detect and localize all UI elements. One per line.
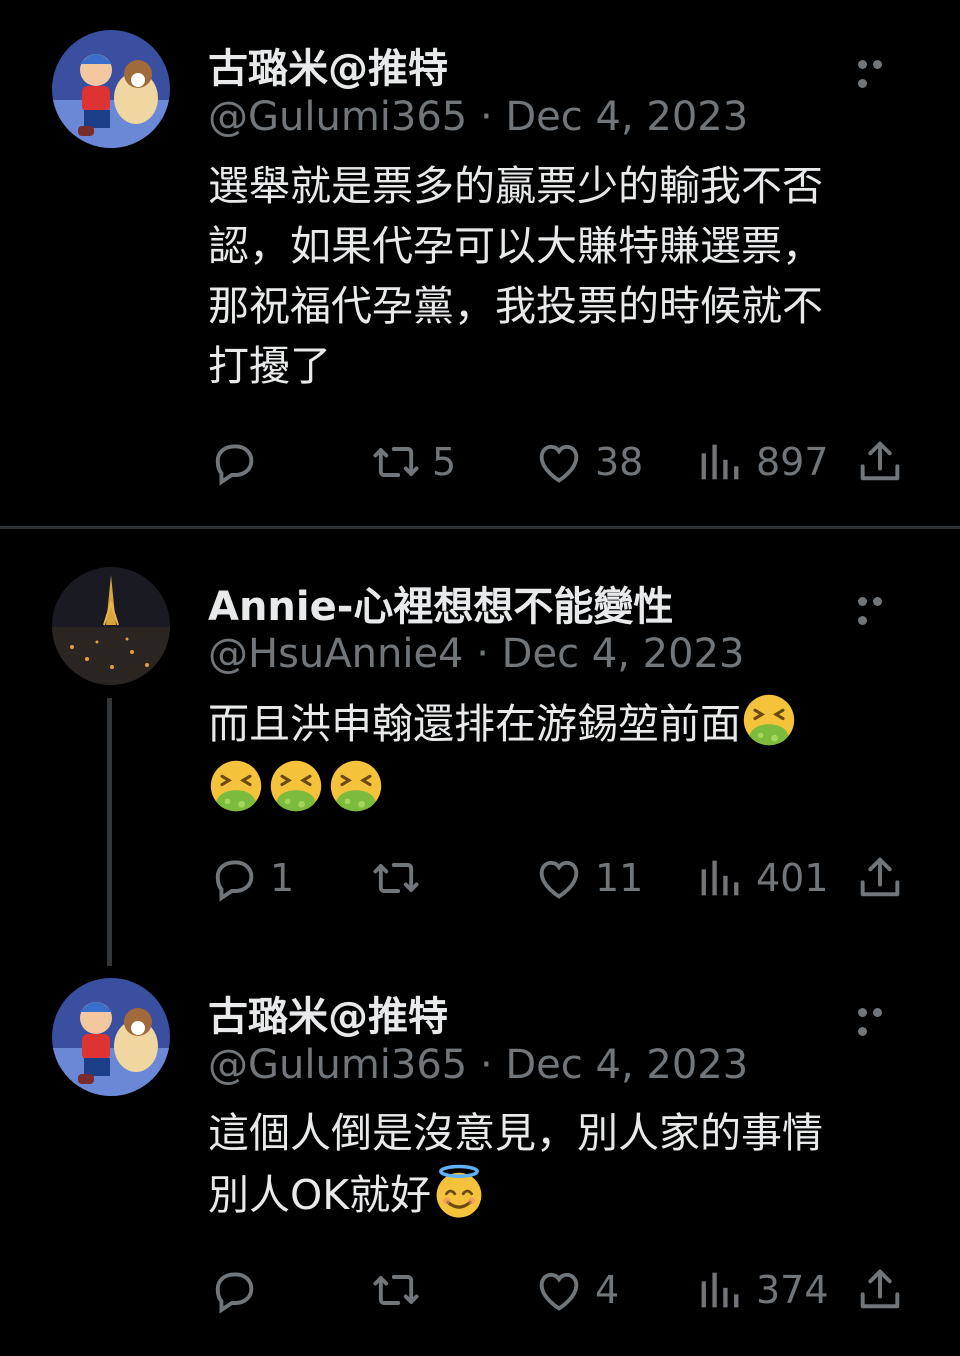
avatar[interactable] — [52, 30, 170, 148]
view-count: 401 — [756, 856, 829, 900]
tweet-text-line: 那祝福代孕黨，我投票的時候就不 — [208, 282, 823, 330]
handle-and-date[interactable]: @Gulumi365 · Dec 4, 2023 — [208, 94, 748, 140]
repost-button[interactable] — [370, 848, 432, 908]
share-button[interactable] — [854, 848, 906, 908]
tweet-text-line: 這個人倒是沒意見，別人家的事情 — [208, 1109, 823, 1157]
share-icon — [854, 852, 906, 904]
repost-button[interactable] — [370, 1260, 432, 1320]
reply-button[interactable] — [208, 432, 270, 492]
face-vomiting-icon — [208, 758, 264, 814]
more-options-icon[interactable] — [858, 54, 902, 88]
tweet-3[interactable]: 古璐米@推特 @Gulumi365 · Dec 4, 2023 這個人倒是沒意見… — [0, 960, 960, 1356]
smiling-face-with-halo-icon — [431, 1163, 487, 1219]
like-count: 38 — [595, 440, 644, 484]
avatar-image — [52, 567, 170, 685]
display-name[interactable]: 古璐米@推特 — [208, 36, 448, 94]
tweet-1[interactable]: 古璐米@推特 @Gulumi365 · Dec 4, 2023 選舉就是票多的贏… — [0, 0, 960, 526]
tweet-text-line: 別人OK就好 — [208, 1171, 432, 1219]
reply-icon — [208, 436, 260, 488]
tweet-text: 而且洪申翰還排在游錫堃前面 — [208, 692, 908, 820]
views-icon — [694, 436, 746, 488]
avatar-image — [52, 978, 170, 1096]
repost-count: 5 — [432, 440, 457, 484]
face-vomiting-icon — [741, 692, 797, 748]
repost-icon — [370, 436, 422, 488]
reply-button[interactable] — [208, 1260, 270, 1320]
avatar[interactable] — [52, 567, 170, 685]
action-bar: 5 38 897 — [0, 432, 960, 492]
heart-icon — [533, 436, 585, 488]
share-icon — [854, 1264, 906, 1316]
tweet-text: 這個人倒是沒意見，別人家的事情 別人OK就好 — [208, 1103, 908, 1225]
reply-button[interactable]: 1 — [208, 848, 294, 908]
repost-icon — [370, 852, 422, 904]
heart-icon — [533, 1264, 585, 1316]
tweet-divider — [0, 526, 960, 529]
repost-button[interactable]: 5 — [370, 432, 456, 492]
like-count: 4 — [595, 1268, 620, 1312]
like-count: 11 — [595, 856, 644, 900]
tweet-text-line: 選舉就是票多的贏票少的輸我不否 — [208, 162, 823, 210]
more-options-icon[interactable] — [858, 1002, 902, 1036]
face-vomiting-icon — [268, 758, 324, 814]
like-button[interactable]: 38 — [533, 432, 643, 492]
view-count: 374 — [756, 1268, 829, 1312]
share-icon — [854, 436, 906, 488]
display-name[interactable]: Annie-心裡想想不能變性 — [208, 574, 673, 632]
like-button[interactable]: 4 — [533, 1260, 619, 1320]
avatar[interactable] — [52, 978, 170, 1096]
handle-and-date[interactable]: @Gulumi365 · Dec 4, 2023 — [208, 1042, 748, 1088]
reply-icon — [208, 1264, 260, 1316]
tweet-text-line: 而且洪申翰還排在游錫堃前面 — [208, 700, 741, 748]
reply-icon — [208, 852, 260, 904]
tweet-text-line: 打擾了 — [208, 342, 331, 390]
tweet-2[interactable]: Annie-心裡想想不能變性 @HsuAnnie4 · Dec 4, 2023 … — [0, 540, 960, 960]
share-button[interactable] — [854, 1260, 906, 1320]
more-options-icon[interactable] — [858, 591, 902, 625]
reply-count: 1 — [270, 856, 295, 900]
handle-and-date[interactable]: @HsuAnnie4 · Dec 4, 2023 — [208, 631, 744, 677]
avatar-image — [52, 30, 170, 148]
views-icon — [694, 1264, 746, 1316]
face-vomiting-icon — [328, 758, 384, 814]
share-button[interactable] — [854, 432, 906, 492]
repost-icon — [370, 1264, 422, 1316]
action-bar: 1 11 401 — [0, 848, 960, 908]
view-count: 897 — [756, 440, 829, 484]
views-button[interactable]: 897 — [694, 432, 829, 492]
heart-icon — [533, 852, 585, 904]
action-bar: 4 374 — [0, 1260, 960, 1320]
like-button[interactable]: 11 — [533, 848, 643, 908]
display-name[interactable]: 古璐米@推特 — [208, 984, 448, 1042]
views-button[interactable]: 401 — [694, 848, 829, 908]
views-button[interactable]: 374 — [694, 1260, 829, 1320]
tweet-text-line: 認，如果代孕可以大賺特賺選票， — [208, 222, 823, 270]
views-icon — [694, 852, 746, 904]
tweet-text: 選舉就是票多的贏票少的輸我不否 認，如果代孕可以大賺特賺選票， 那祝福代孕黨，我… — [208, 156, 908, 396]
